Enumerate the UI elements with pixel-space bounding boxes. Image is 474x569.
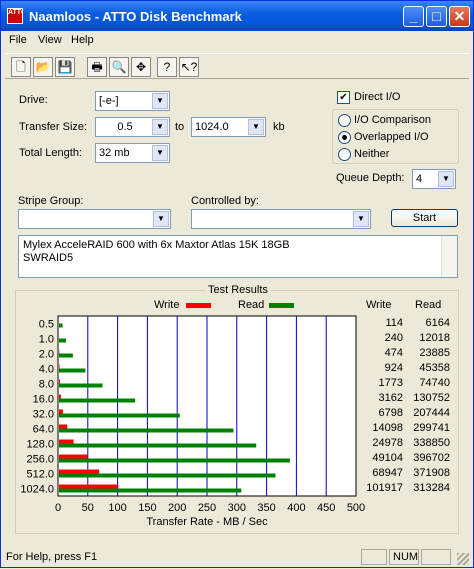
write-value: 101917 — [353, 482, 403, 494]
read-value: 207444 — [403, 407, 450, 419]
write-value: 24978 — [353, 437, 403, 449]
read-value: 45358 — [403, 362, 450, 374]
menu-help[interactable]: Help — [71, 34, 94, 46]
to-label: to — [175, 121, 184, 133]
move-icon[interactable]: ✥ — [131, 57, 151, 77]
minimize-button[interactable]: _ — [403, 6, 424, 27]
drive-value: [-e-] — [99, 95, 119, 107]
atto-app-icon[interactable]: ATTO — [7, 8, 23, 24]
description-textarea[interactable]: Mylex AcceleRAID 600 with 6x Maxtor Atla… — [18, 235, 458, 278]
write-column-header: Write — [366, 299, 391, 311]
total-length-select[interactable]: 32 mb ▼ — [95, 143, 170, 163]
new-document-icon[interactable]: 🗋 — [11, 57, 31, 77]
queue-depth-select[interactable]: 4 ▼ — [412, 169, 456, 189]
status-pane-scrl — [421, 549, 451, 565]
legend-write-label: Write — [154, 299, 179, 311]
status-pane-caps — [361, 549, 387, 565]
description-scrollbar[interactable] — [441, 236, 457, 277]
controlled-by-label: Controlled by: — [191, 195, 259, 207]
write-value: 240 — [353, 332, 403, 344]
io-comparison-label[interactable]: I/O Comparison — [354, 114, 431, 126]
neither-label[interactable]: Neither — [354, 148, 389, 160]
transfer-size-from-select[interactable]: 0.5 ▼ — [95, 117, 170, 137]
context-help-icon[interactable]: ↖? — [179, 57, 199, 77]
transfer-from-value: 0.5 — [117, 121, 132, 133]
menu-file[interactable]: File — [9, 34, 27, 46]
direct-io-checkbox[interactable]: ✔ — [337, 91, 350, 104]
legend-read-label: Read — [238, 299, 264, 311]
toolbar: 🗋 📂 💾 🖶 🔍 ✥ ? ↖? — [5, 53, 469, 79]
write-value: 6798 — [353, 407, 403, 419]
chevron-down-icon[interactable]: ▼ — [248, 119, 264, 135]
read-value: 338850 — [403, 437, 450, 449]
close-button[interactable]: ✕ — [449, 6, 470, 27]
chevron-down-icon[interactable]: ▼ — [153, 211, 169, 227]
chevron-down-icon[interactable]: ▼ — [353, 211, 369, 227]
stripe-group-label: Stripe Group: — [18, 195, 83, 207]
save-icon[interactable]: 💾 — [55, 57, 75, 77]
queue-depth-value: 4 — [416, 173, 422, 185]
write-value: 474 — [353, 347, 403, 359]
write-value: 114 — [353, 317, 403, 329]
read-value: 313284 — [403, 482, 450, 494]
drive-select[interactable]: [-e-] ▼ — [95, 91, 170, 111]
test-results-title: Test Results — [205, 284, 271, 296]
legend-write-swatch — [186, 303, 211, 308]
window-title: Naamloos - ATTO Disk Benchmark — [29, 9, 242, 24]
direct-io-label[interactable]: Direct I/O — [354, 91, 400, 103]
kb-label: kb — [273, 121, 285, 133]
write-value: 1773 — [353, 377, 403, 389]
help-icon[interactable]: ? — [157, 57, 177, 77]
write-value: 14098 — [353, 422, 403, 434]
chevron-down-icon[interactable]: ▼ — [152, 119, 168, 135]
start-button[interactable]: Start — [391, 209, 458, 227]
overlapped-io-label[interactable]: Overlapped I/O — [354, 131, 429, 143]
status-text: For Help, press F1 — [6, 551, 97, 563]
total-length-value: 32 mb — [99, 147, 130, 159]
num-lock-indicator: NUM — [393, 551, 418, 563]
read-value: 396702 — [403, 452, 450, 464]
write-value: 3162 — [353, 392, 403, 404]
controlled-by-select[interactable]: ▼ — [191, 209, 371, 229]
read-column-header: Read — [415, 299, 441, 311]
open-folder-icon[interactable]: 📂 — [33, 57, 53, 77]
drive-label: Drive: — [19, 94, 48, 106]
write-value: 49104 — [353, 452, 403, 464]
chevron-down-icon[interactable]: ▼ — [152, 145, 168, 161]
read-value: 12018 — [403, 332, 450, 344]
read-value: 74740 — [403, 377, 450, 389]
chevron-down-icon[interactable]: ▼ — [152, 93, 168, 109]
queue-depth-label: Queue Depth: — [336, 172, 405, 184]
write-value: 68947 — [353, 467, 403, 479]
status-bar: For Help, press F1 NUM — [1, 547, 473, 567]
description-line-1: Mylex AcceleRAID 600 with 6x Maxtor Atla… — [23, 239, 453, 252]
read-value: 371908 — [403, 467, 450, 479]
stripe-group-select[interactable]: ▼ — [18, 209, 171, 229]
read-value: 6164 — [403, 317, 450, 329]
read-value: 130752 — [403, 392, 450, 404]
menu-bar: File View Help — [1, 31, 473, 50]
menu-view[interactable]: View — [38, 34, 62, 46]
write-value: 924 — [353, 362, 403, 374]
app-window: ATTO Naamloos - ATTO Disk Benchmark _ □ … — [0, 0, 474, 568]
overlapped-io-radio[interactable] — [338, 131, 351, 144]
io-comparison-radio[interactable] — [338, 114, 351, 127]
maximize-button[interactable]: □ — [426, 6, 447, 27]
description-line-2: SWRAID5 — [23, 252, 453, 265]
read-value: 299741 — [403, 422, 450, 434]
total-length-label: Total Length: — [19, 147, 82, 159]
chevron-down-icon[interactable]: ▼ — [438, 171, 454, 187]
legend-read-swatch — [269, 303, 294, 308]
transfer-size-label: Transfer Size: — [19, 121, 87, 133]
transfer-to-value: 1024.0 — [195, 121, 229, 133]
neither-radio[interactable] — [338, 148, 351, 161]
transfer-size-to-select[interactable]: 1024.0 ▼ — [191, 117, 266, 137]
read-value: 23885 — [403, 347, 450, 359]
print-preview-icon[interactable]: 🔍 — [109, 57, 129, 77]
print-icon[interactable]: 🖶 — [87, 57, 107, 77]
resize-grip-icon[interactable] — [457, 553, 469, 565]
status-pane-num: NUM — [389, 549, 419, 565]
title-bar[interactable]: ATTO Naamloos - ATTO Disk Benchmark _ □ … — [1, 1, 473, 31]
